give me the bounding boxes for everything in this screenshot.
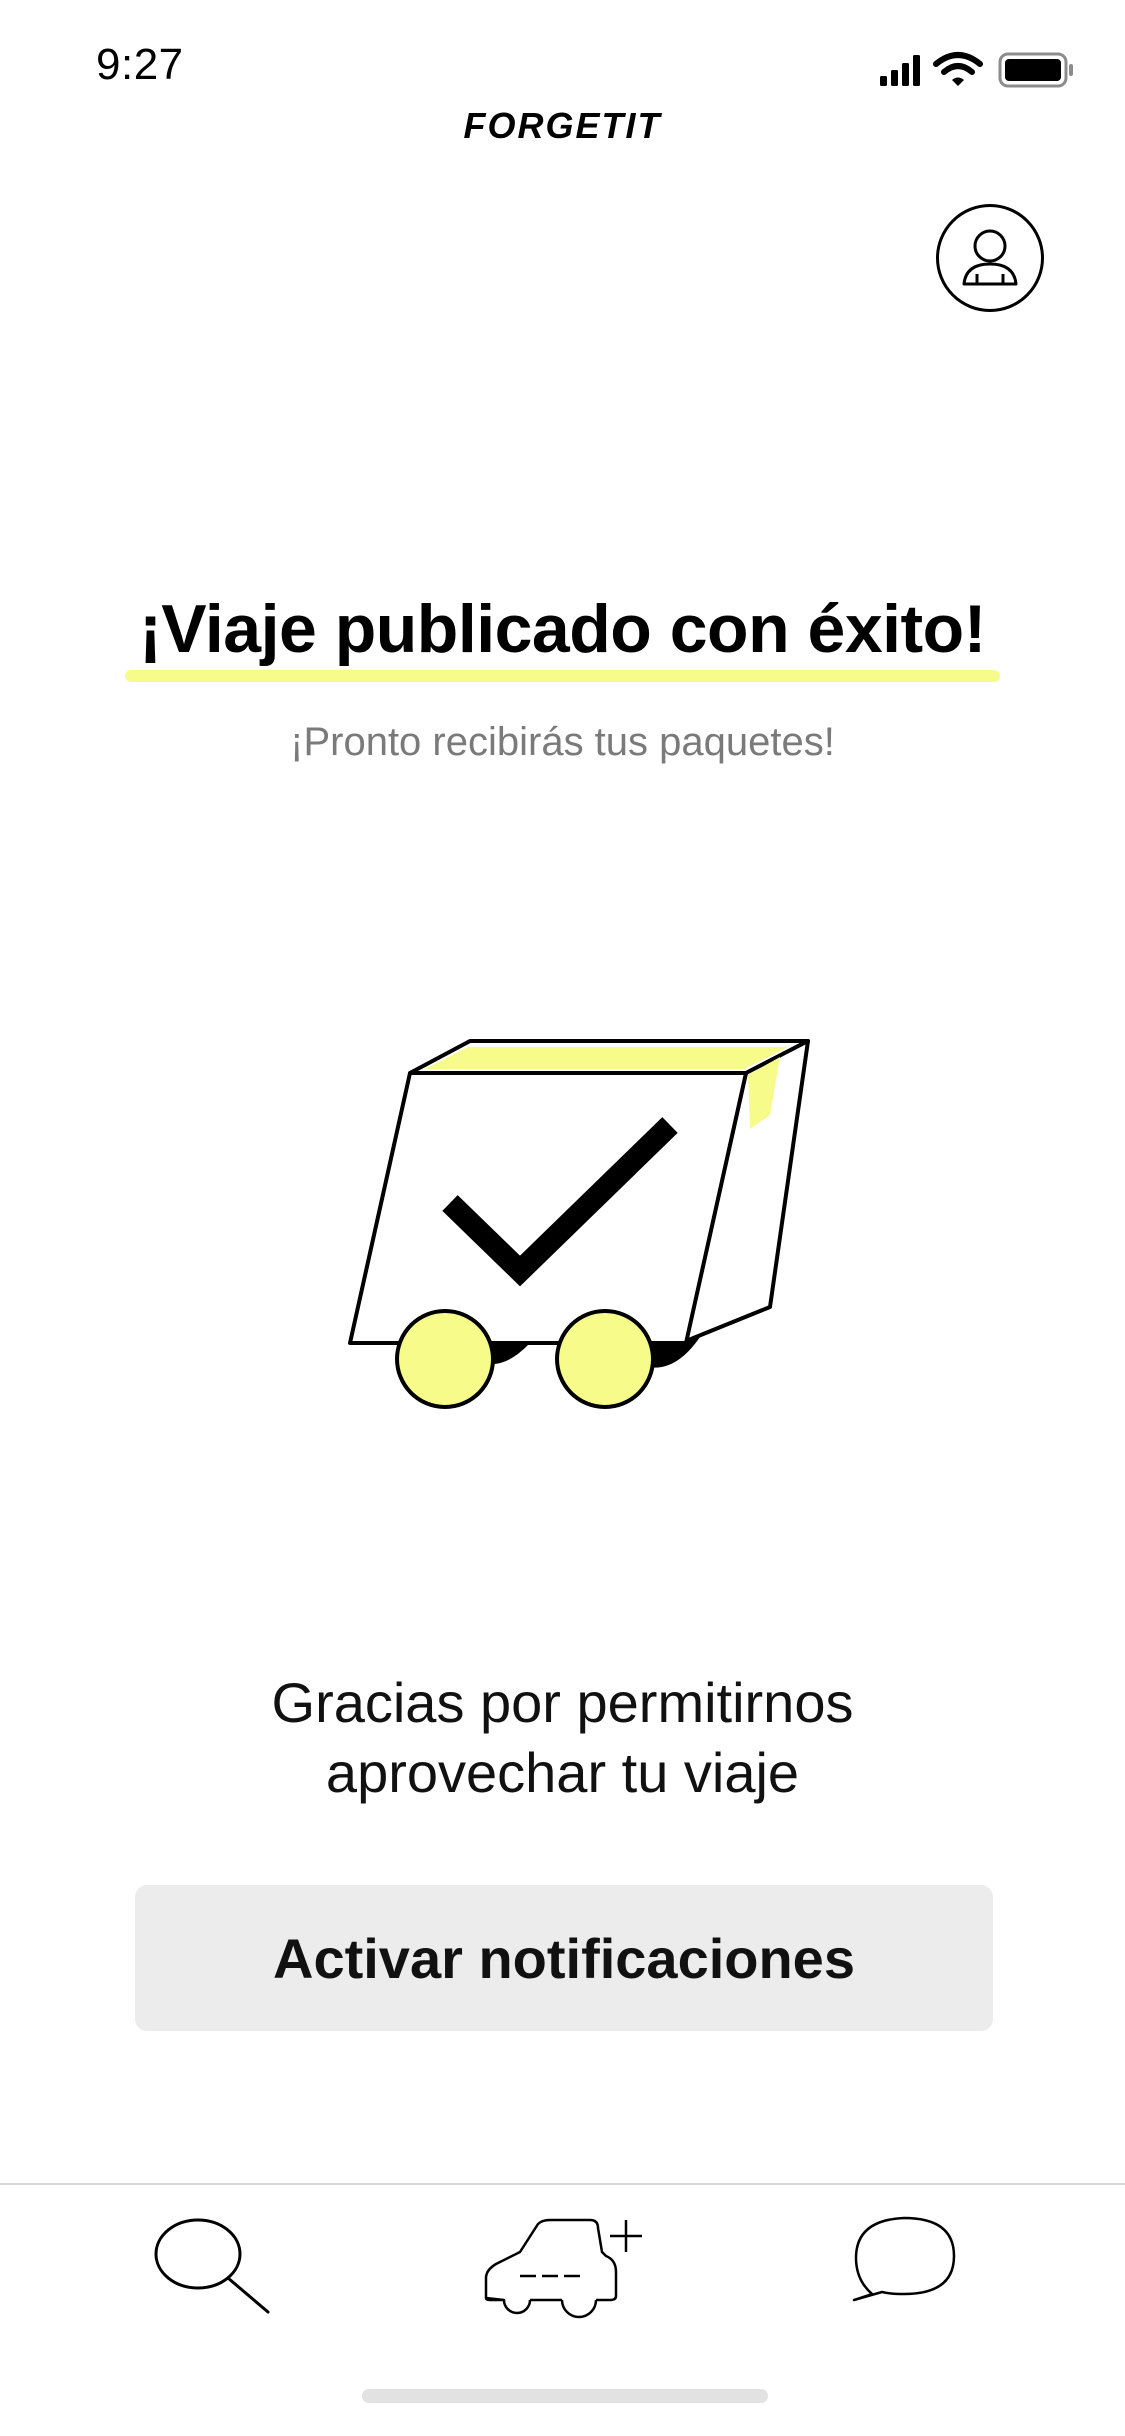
page-title: ¡Viaje publicado con éxito! <box>125 590 1000 682</box>
status-time: 9:27 <box>96 40 184 89</box>
thanks-line-1: Gracias por permitirnos <box>0 1668 1125 1738</box>
headline-container: ¡Viaje publicado con éxito! <box>0 590 1125 682</box>
wheel-right <box>555 1309 655 1409</box>
home-indicator[interactable] <box>362 2389 768 2403</box>
wifi-icon <box>933 52 983 86</box>
thanks-bold: Gracias <box>271 1671 465 1734</box>
search-icon <box>154 2218 270 2314</box>
cellular-signal-icon <box>880 55 920 86</box>
page-title-text: ¡Viaje publicado con éxito! <box>139 591 986 667</box>
tabbar-divider <box>0 2183 1125 2185</box>
battery-icon <box>998 52 1073 88</box>
thanks-message: Gracias por permitirnos aprovechar tu vi… <box>0 1668 1125 1808</box>
thanks-rest: por permitirnos <box>464 1671 854 1734</box>
package-delivered-illustration <box>348 1039 810 1409</box>
subtitle: ¡Pronto recibirás tus paquetes! <box>290 720 835 764</box>
enable-notifications-button[interactable]: Activar notificaciones <box>135 1885 993 2031</box>
user-profile-icon <box>962 229 1018 286</box>
box-tape <box>425 1047 788 1069</box>
tab-messages[interactable] <box>850 2208 960 2318</box>
tab-add-trip[interactable] <box>480 2212 650 2322</box>
thanks-line-2: aprovechar tu viaje <box>325 1741 800 1804</box>
headline-highlight <box>125 670 1000 682</box>
tab-search[interactable] <box>150 2210 280 2320</box>
box-front <box>348 1071 748 1345</box>
brand-logo: FORGETIT <box>463 105 662 146</box>
status-bar-icons <box>880 52 1073 88</box>
car-add-icon <box>484 2218 642 2319</box>
wheel-left <box>395 1309 495 1409</box>
chat-bubble-icon <box>852 2216 956 2302</box>
profile-button[interactable] <box>936 204 1044 312</box>
